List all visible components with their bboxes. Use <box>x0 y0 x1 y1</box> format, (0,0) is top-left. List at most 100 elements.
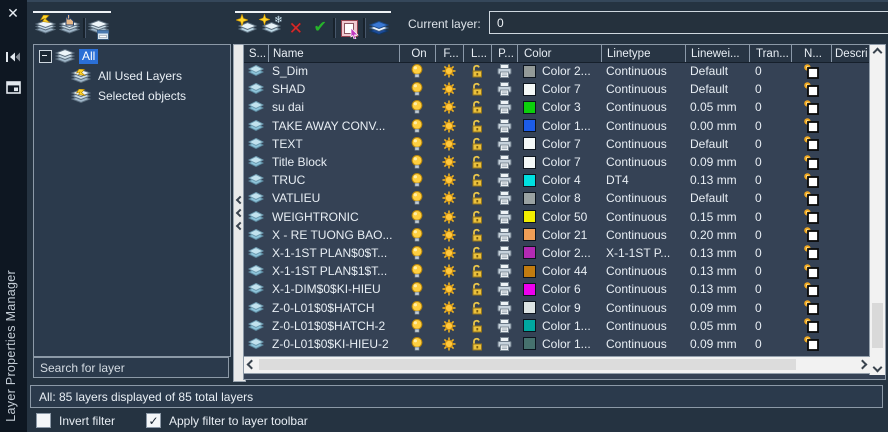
layer-on-icon[interactable] <box>399 153 435 171</box>
layer-lock-icon[interactable] <box>463 317 491 335</box>
layer-plot-icon[interactable] <box>491 298 517 316</box>
table-row[interactable]: Z-0-L01$0$HATCH Color 9 Continuous 0.09 … <box>244 298 870 316</box>
column-header-description[interactable]: Descri <box>831 45 870 62</box>
layer-transparency[interactable]: 0 <box>749 280 791 298</box>
invert-filter-option[interactable]: Invert filter <box>36 413 115 428</box>
layer-transparency[interactable]: 0 <box>749 98 791 116</box>
layer-lineweight[interactable]: 0.09 mm <box>685 335 749 353</box>
layer-linetype[interactable]: Continuous <box>601 298 685 316</box>
table-row[interactable]: X-1-1ST PLAN$0$T... Color 2... X-1-1ST P… <box>244 244 870 262</box>
layer-plot-icon[interactable] <box>491 117 517 135</box>
layer-vp-freeze-icon[interactable] <box>791 226 831 244</box>
layer-vp-freeze-icon[interactable] <box>791 335 831 353</box>
table-row[interactable]: X-1-1ST PLAN$1$T... Color 44 Continuous … <box>244 262 870 280</box>
table-row[interactable]: X-1-DIM$0$KI-HIEU Color 6 Continuous 0.1… <box>244 280 870 298</box>
table-row[interactable]: TEXT Color 7 Continuous Default 0 <box>244 135 870 153</box>
new-group-filter-button[interactable] <box>57 14 81 40</box>
column-header-plot[interactable]: P... <box>491 45 517 62</box>
layer-on-icon[interactable] <box>399 226 435 244</box>
layer-on-icon[interactable] <box>399 208 435 226</box>
layer-vp-freeze-icon[interactable] <box>791 135 831 153</box>
table-row[interactable]: su dai Color 3 Continuous 0.05 mm 0 <box>244 98 870 116</box>
layer-on-icon[interactable] <box>399 171 435 189</box>
layer-color-cell[interactable]: Color 7 <box>517 80 601 98</box>
layer-color-cell[interactable]: Color 6 <box>517 280 601 298</box>
apply-filter-checkbox[interactable]: ✓ <box>146 413 161 428</box>
layer-freeze-icon[interactable] <box>435 80 463 98</box>
layer-color-cell[interactable]: Color 4 <box>517 171 601 189</box>
layer-lock-icon[interactable] <box>463 80 491 98</box>
layer-vp-freeze-icon[interactable] <box>791 262 831 280</box>
layer-name[interactable]: Z-0-L01$0$HATCH <box>268 298 399 316</box>
layer-lineweight[interactable]: 0.13 mm <box>685 171 749 189</box>
layer-color-cell[interactable]: Color 7 <box>517 135 601 153</box>
layer-lineweight[interactable]: 0.13 mm <box>685 262 749 280</box>
layer-transparency[interactable]: 0 <box>749 244 791 262</box>
layer-freeze-icon[interactable] <box>435 117 463 135</box>
table-row[interactable]: TAKE AWAY CONV... Color 1... Continuous … <box>244 117 870 135</box>
layer-linetype[interactable]: Continuous <box>601 208 685 226</box>
layer-linetype[interactable]: Continuous <box>601 280 685 298</box>
layer-lock-icon[interactable] <box>463 98 491 116</box>
layer-transparency[interactable]: 0 <box>749 62 791 80</box>
new-property-filter-button[interactable] <box>33 15 57 40</box>
layer-vp-freeze-icon[interactable] <box>791 62 831 80</box>
layer-name[interactable]: S_Dim <box>268 62 399 80</box>
layer-linetype[interactable]: Continuous <box>601 262 685 280</box>
layer-freeze-icon[interactable] <box>435 62 463 80</box>
layer-freeze-icon[interactable] <box>435 153 463 171</box>
auto-hide-icon[interactable] <box>4 48 22 66</box>
layer-color-cell[interactable]: Color 7 <box>517 153 601 171</box>
select-layer-button[interactable] <box>337 16 361 40</box>
layer-linetype[interactable]: Continuous <box>601 153 685 171</box>
new-layer-button[interactable] <box>235 14 259 40</box>
layer-color-cell[interactable]: Color 1... <box>517 317 601 335</box>
layer-settings-button[interactable] <box>367 16 391 40</box>
layer-plot-icon[interactable] <box>491 226 517 244</box>
vertical-scrollbar[interactable] <box>869 45 885 375</box>
layer-on-icon[interactable] <box>399 117 435 135</box>
layer-name[interactable]: Title Block <box>268 153 399 171</box>
horizontal-scrollbar[interactable] <box>244 356 870 374</box>
layer-color-cell[interactable]: Color 1... <box>517 117 601 135</box>
layer-vp-freeze-icon[interactable] <box>791 117 831 135</box>
layer-vp-freeze-icon[interactable] <box>791 280 831 298</box>
layer-on-icon[interactable] <box>399 80 435 98</box>
layer-freeze-icon[interactable] <box>435 244 463 262</box>
layer-lineweight[interactable]: 0.05 mm <box>685 98 749 116</box>
layer-lineweight[interactable]: 0.00 mm <box>685 117 749 135</box>
table-row[interactable]: Title Block Color 7 Continuous 0.09 mm 0 <box>244 153 870 171</box>
layer-lock-icon[interactable] <box>463 298 491 316</box>
layer-transparency[interactable]: 0 <box>749 226 791 244</box>
scroll-left-icon[interactable] <box>244 357 259 372</box>
layer-linetype[interactable]: Continuous <box>601 189 685 207</box>
column-header-new-vp-freeze[interactable]: N... <box>791 45 831 62</box>
layer-on-icon[interactable] <box>399 98 435 116</box>
layer-plot-icon[interactable] <box>491 171 517 189</box>
layer-vp-freeze-icon[interactable] <box>791 80 831 98</box>
layer-linetype[interactable]: Continuous <box>601 226 685 244</box>
layer-plot-icon[interactable] <box>491 244 517 262</box>
layer-lineweight[interactable]: 0.13 mm <box>685 280 749 298</box>
layer-lineweight[interactable]: 0.09 mm <box>685 153 749 171</box>
layer-freeze-icon[interactable] <box>435 317 463 335</box>
column-header-linetype[interactable]: Linetype <box>601 45 685 62</box>
layer-on-icon[interactable] <box>399 262 435 280</box>
tree-item-all[interactable]: All <box>34 48 230 65</box>
layer-color-cell[interactable]: Color 44 <box>517 262 601 280</box>
layer-lock-icon[interactable] <box>463 208 491 226</box>
layer-lock-icon[interactable] <box>463 280 491 298</box>
layer-on-icon[interactable] <box>399 244 435 262</box>
layer-lock-icon[interactable] <box>463 62 491 80</box>
layer-freeze-icon[interactable] <box>435 189 463 207</box>
layer-linetype[interactable]: X-1-1ST P... <box>601 244 685 262</box>
layer-plot-icon[interactable] <box>491 189 517 207</box>
tree-collapse-icon[interactable] <box>39 50 52 63</box>
table-row[interactable]: Z-0-L01$0$KI-HIEU-2 Color 1... Continuou… <box>244 335 870 353</box>
layer-transparency[interactable]: 0 <box>749 208 791 226</box>
layer-name[interactable]: WEIGHTRONIC <box>268 208 399 226</box>
scroll-down-icon[interactable] <box>870 360 885 375</box>
layer-vp-freeze-icon[interactable] <box>791 317 831 335</box>
layer-linetype[interactable]: Continuous <box>601 62 685 80</box>
layer-name[interactable]: TEXT <box>268 135 399 153</box>
